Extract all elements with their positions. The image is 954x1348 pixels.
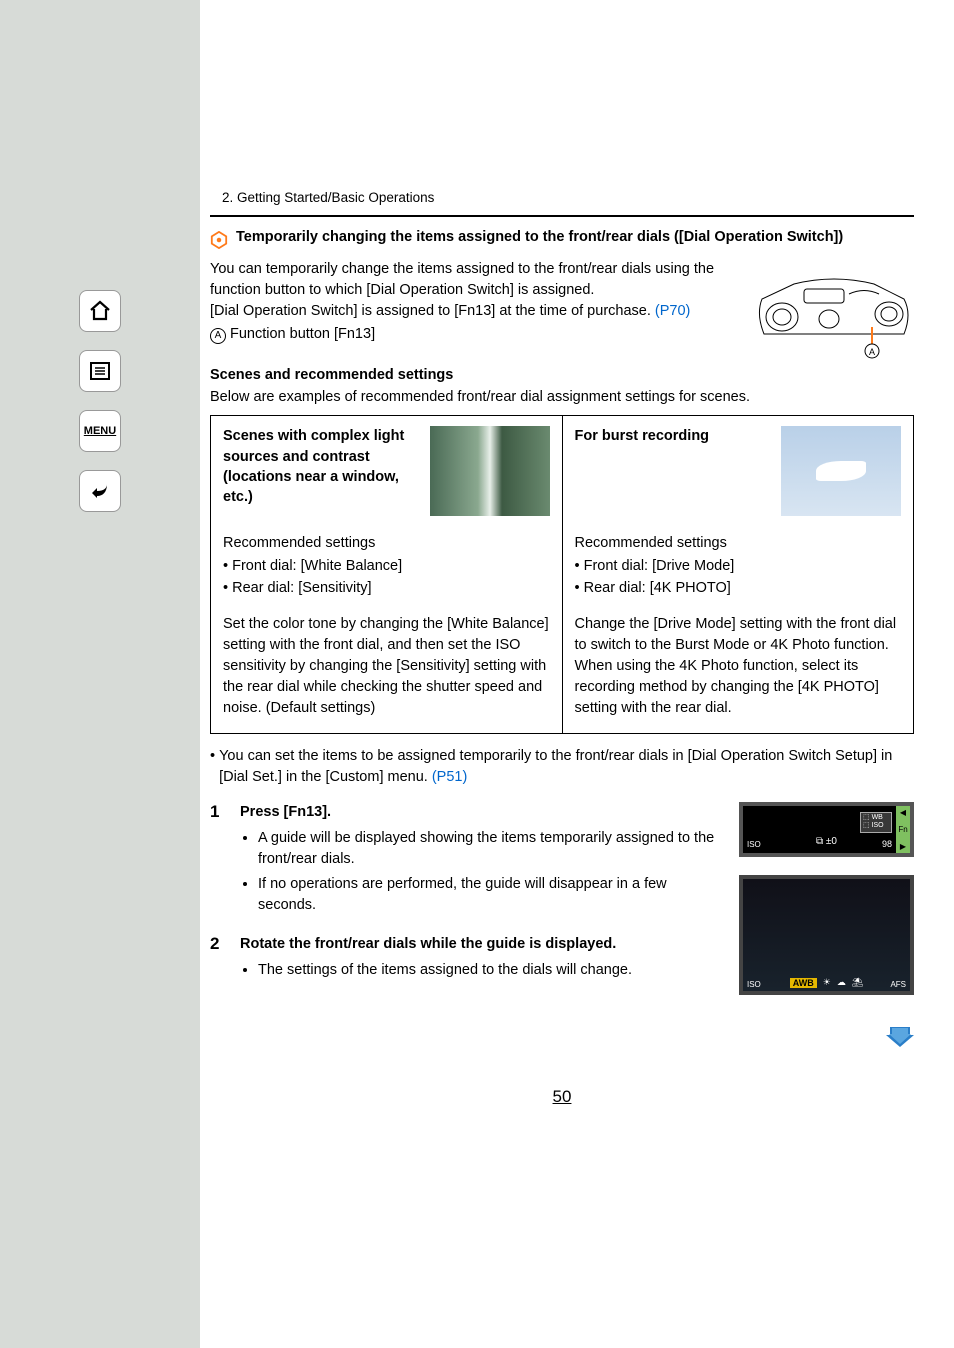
- main-content: 2. Getting Started/Basic Operations Temp…: [200, 0, 954, 1348]
- rec-heading-right: Recommended settings: [575, 532, 902, 554]
- label-a-badge: A: [210, 328, 226, 344]
- step-1-b2: If no operations are performed, the guid…: [258, 874, 727, 916]
- hex-icon: [210, 231, 228, 249]
- rec-right-1: • Front dial: [Drive Mode]: [575, 555, 902, 577]
- scene-col-right: For burst recording Recommended settings…: [563, 416, 914, 732]
- page-number: 50: [210, 1087, 914, 1107]
- step-2: 2 Rotate the front/rear dials while the …: [210, 934, 727, 985]
- step-2-num: 2: [210, 934, 228, 985]
- lcd1-exp-icon: ⧉: [816, 836, 823, 847]
- lcd2-shade-icon: ⛱: [852, 977, 863, 988]
- lcd1-strip-bot: ▶: [900, 842, 906, 851]
- link-p51[interactable]: (P51): [432, 769, 467, 785]
- lcd-guide-2: AWB ☀ ☁ ⛱ ISO AFS: [739, 875, 914, 995]
- intro-text: You can temporarily change the items ass…: [210, 259, 742, 359]
- section-title: Temporarily changing the items assigned …: [210, 229, 914, 249]
- step-1-b1: A guide will be displayed showing the it…: [258, 828, 727, 870]
- desc-right: Change the [Drive Mode] setting with the…: [575, 614, 902, 719]
- sidebar: MENU: [0, 0, 200, 1348]
- lcd1-iso-bot: ⬚ ISO: [863, 822, 889, 830]
- list-icon: [88, 359, 112, 383]
- rec-right-2: • Rear dial: [4K PHOTO]: [575, 577, 902, 599]
- lcd1-exp: ±0: [826, 836, 837, 847]
- lcd2-cloud-icon: ☁: [837, 977, 846, 988]
- scenes-line: Below are examples of recommended front/…: [210, 387, 914, 407]
- rec-heading-left: Recommended settings: [223, 532, 550, 554]
- lcd1-count: 98: [882, 839, 892, 849]
- note-text: You can set the items to be assigned tem…: [219, 748, 892, 785]
- lcd2-corner-r: AFS: [890, 980, 906, 989]
- lcd1-iso-l: ISO: [747, 840, 761, 849]
- step-1: 1 Press [Fn13]. A guide will be displaye…: [210, 802, 727, 920]
- desc-left: Set the color tone by changing the [Whit…: [223, 614, 550, 719]
- home-icon: [88, 299, 112, 323]
- intro-p1: You can temporarily change the items ass…: [210, 259, 742, 301]
- lcd-guide-1: ◀ Fn ▶ ⬚ WB ⬚ ISO ⧉ ±0 ISO 98: [739, 802, 914, 857]
- chapter-label: 2. Getting Started/Basic Operations: [222, 190, 914, 205]
- step-2-b1: The settings of the items assigned to th…: [258, 960, 727, 981]
- section-title-text: Temporarily changing the items assigned …: [236, 229, 843, 245]
- step-1-num: 1: [210, 802, 228, 920]
- step-2-title: Rotate the front/rear dials while the gu…: [240, 934, 727, 954]
- scene-right-title: For burst recording: [575, 426, 772, 516]
- back-arrow-icon: [88, 479, 112, 503]
- bullet-icon: •: [210, 746, 215, 788]
- camera-illustration: A: [754, 259, 914, 359]
- scenes-table: Scenes with complex light sources and co…: [210, 415, 914, 733]
- scene-col-left: Scenes with complex light sources and co…: [211, 416, 563, 732]
- lcd1-strip-fn: Fn: [898, 825, 907, 834]
- scene-left-image: [430, 426, 550, 516]
- step-1-title: Press [Fn13].: [240, 802, 727, 822]
- scene-right-image: [781, 426, 901, 516]
- menu-button[interactable]: MENU: [79, 410, 121, 452]
- home-button[interactable]: [79, 290, 121, 332]
- contents-button[interactable]: [79, 350, 121, 392]
- lcd1-strip-top: ◀: [900, 808, 906, 817]
- scenes-heading: Scenes and recommended settings: [210, 367, 914, 383]
- lcd2-sun-icon: ☀: [823, 977, 831, 988]
- label-a-text: Function button [Fn13]: [230, 326, 375, 342]
- lcd2-awb: AWB: [790, 978, 817, 988]
- continue-arrow-icon: [886, 1027, 914, 1047]
- divider: [210, 215, 914, 217]
- note: • You can set the items to be assigned t…: [210, 746, 914, 788]
- rec-left-1: • Front dial: [White Balance]: [223, 555, 550, 577]
- rec-left-2: • Rear dial: [Sensitivity]: [223, 577, 550, 599]
- back-button[interactable]: [79, 470, 121, 512]
- lcd1-iso-top: ⬚ WB: [863, 814, 889, 822]
- svg-text:A: A: [869, 347, 875, 357]
- scene-left-title: Scenes with complex light sources and co…: [223, 426, 420, 516]
- intro-p2a: [Dial Operation Switch] is assigned to […: [210, 303, 655, 319]
- link-p70[interactable]: (P70): [655, 303, 690, 319]
- lcd2-corner-l: ISO: [747, 980, 761, 989]
